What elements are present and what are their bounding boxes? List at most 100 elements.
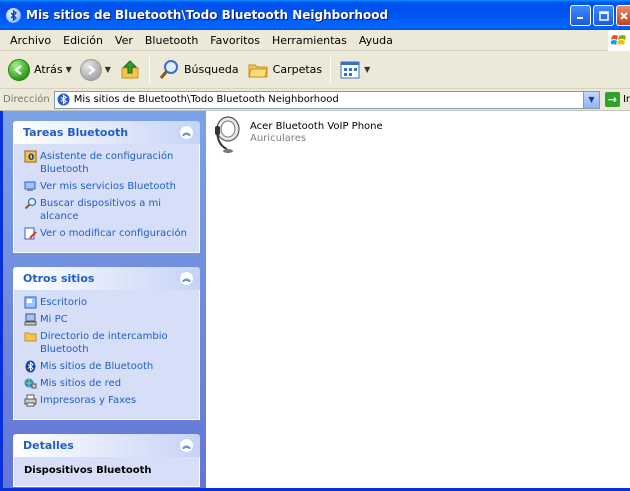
go-button[interactable]: → Ir — [604, 92, 630, 107]
task-setup-wizard[interactable]: 0 Asistente de configuración Bluetooth — [24, 150, 191, 176]
place-label: Impresoras y Faxes — [40, 395, 137, 406]
menu-herramientas[interactable]: Herramientas — [266, 34, 353, 47]
back-button[interactable]: Atrás ▼ — [4, 55, 76, 85]
toolbar-separator — [148, 56, 150, 83]
address-label: Dirección — [3, 94, 50, 105]
views-button[interactable]: ▼ — [335, 55, 374, 85]
task-label: Ver mis servicios Bluetooth — [40, 181, 176, 192]
bluetooth-tasks-body: 0 Asistente de configuración Bluetooth V… — [13, 144, 200, 253]
task-label: Buscar dispositivos a mi alcance — [40, 198, 162, 222]
device-item[interactable]: Acer Bluetooth VoIP Phone Auriculares — [212, 115, 383, 155]
place-label: Directorio de intercambio Bluetooth — [40, 331, 168, 355]
title-bar[interactable]: Mis sitios de Bluetooth\Todo Bluetooth N… — [0, 0, 630, 30]
chevron-down-icon[interactable]: ▼ — [364, 65, 370, 74]
task-view-services[interactable]: Ver mis servicios Bluetooth — [24, 180, 191, 193]
menu-ayuda[interactable]: Ayuda — [353, 34, 399, 47]
forward-arrow-icon — [79, 58, 102, 81]
chevron-down-icon[interactable]: ▼ — [66, 65, 72, 74]
collapse-icon[interactable]: ︽ — [179, 125, 194, 140]
views-icon — [340, 61, 360, 78]
address-input[interactable]: Mis sitios de Bluetooth\Todo Bluetooth N… — [53, 90, 600, 109]
minimize-button[interactable] — [570, 5, 591, 26]
folders-label: Carpetas — [272, 63, 323, 76]
forward-button[interactable]: ▼ — [76, 55, 115, 85]
headset-icon — [215, 116, 240, 153]
place-label: Mi PC — [40, 314, 68, 325]
network-places-icon — [24, 378, 37, 389]
group-title: Otros sitios — [23, 272, 95, 285]
search-devices-icon — [24, 197, 37, 210]
chevron-down-icon[interactable]: ▼ — [105, 65, 111, 74]
place-label: Mis sitios de red — [40, 378, 122, 389]
window-frame-left — [0, 111, 3, 491]
device-name: Acer Bluetooth VoIP Phone — [250, 121, 383, 132]
up-folder-icon — [121, 59, 139, 78]
menu-favoritos[interactable]: Favoritos — [204, 34, 266, 47]
address-dropdown-icon[interactable]: ▼ — [582, 91, 599, 108]
svg-text:0: 0 — [28, 153, 34, 163]
place-desktop[interactable]: Escritorio — [24, 296, 191, 309]
menu-edicion[interactable]: Edición — [57, 34, 109, 47]
task-modify-settings[interactable]: Ver o modificar configuración — [24, 227, 191, 240]
close-button[interactable] — [616, 5, 630, 26]
address-bar: Dirección Mis sitios de Bluetooth\Todo B… — [0, 89, 630, 111]
place-bluetooth-exchange[interactable]: Directorio de intercambio Bluetooth — [24, 330, 191, 356]
place-my-bluetooth[interactable]: Mis sitios de Bluetooth — [24, 360, 191, 373]
collapse-icon[interactable]: ︽ — [179, 438, 194, 453]
computer-icon — [24, 313, 37, 326]
up-folder-button[interactable] — [115, 55, 145, 85]
details-group: Detalles ︽ Dispositivos Bluetooth — [13, 434, 200, 487]
search-button[interactable]: Búsqueda — [154, 55, 243, 85]
group-title: Tareas Bluetooth — [23, 126, 129, 139]
toolbar-separator — [330, 56, 332, 83]
file-view: Acer Bluetooth VoIP Phone Auriculares — [206, 111, 630, 488]
task-pane: Tareas Bluetooth ︽ 0 Asistente de config… — [3, 111, 206, 488]
go-arrow-icon: → — [604, 92, 620, 107]
bluetooth-icon — [25, 360, 36, 373]
place-label: Mis sitios de Bluetooth — [40, 361, 154, 372]
explorer-window: Mis sitios de Bluetooth\Todo Bluetooth N… — [0, 0, 630, 491]
desktop-icon — [24, 296, 37, 309]
standard-toolbar: Atrás ▼ ▼ Búsqueda Carpetas ▼ — [0, 51, 630, 89]
back-arrow-icon — [8, 58, 30, 81]
place-network[interactable]: Mis sitios de red — [24, 377, 191, 390]
bluetooth-places-icon — [57, 93, 70, 106]
collapse-icon[interactable]: ︽ — [179, 271, 194, 286]
details-body: Dispositivos Bluetooth — [13, 457, 200, 487]
task-search-devices[interactable]: Buscar dispositivos a mi alcance — [24, 197, 191, 223]
task-label: Ver o modificar configuración — [40, 228, 187, 239]
group-title: Detalles — [23, 439, 74, 452]
other-places-body: Escritorio Mi PC Directorio de intercamb… — [13, 290, 200, 420]
go-label: Ir — [622, 94, 630, 105]
task-label: Asistente de configuración Bluetooth — [40, 151, 174, 175]
other-places-header[interactable]: Otros sitios ︽ — [13, 267, 200, 290]
address-value: Mis sitios de Bluetooth\Todo Bluetooth N… — [73, 94, 339, 105]
bluetooth-tasks-header[interactable]: Tareas Bluetooth ︽ — [13, 121, 200, 144]
menu-archivo[interactable]: Archivo — [4, 34, 57, 47]
folder-icon — [24, 332, 37, 342]
back-label: Atrás — [34, 63, 63, 76]
settings-icon — [24, 227, 37, 240]
menu-bluetooth[interactable]: Bluetooth — [139, 34, 204, 47]
details-header[interactable]: Detalles ︽ — [13, 434, 200, 457]
place-my-computer[interactable]: Mi PC — [24, 313, 191, 326]
search-icon — [159, 59, 178, 79]
details-text: Dispositivos Bluetooth — [24, 465, 152, 476]
windows-logo-icon — [608, 30, 630, 51]
place-label: Escritorio — [40, 297, 87, 308]
device-type: Auriculares — [250, 133, 307, 144]
services-icon — [24, 181, 36, 191]
folders-icon — [248, 64, 268, 77]
maximize-button[interactable] — [593, 5, 614, 26]
content-area: Tareas Bluetooth ︽ 0 Asistente de config… — [3, 111, 630, 488]
menu-ver[interactable]: Ver — [109, 34, 139, 47]
place-printers[interactable]: Impresoras y Faxes — [24, 394, 191, 407]
wizard-icon: 0 — [24, 150, 37, 163]
search-label: Búsqueda — [183, 63, 239, 76]
bluetooth-app-icon — [6, 7, 21, 23]
printer-icon — [24, 394, 37, 407]
window-title: Mis sitios de Bluetooth\Todo Bluetooth N… — [26, 8, 389, 22]
folders-button[interactable]: Carpetas — [243, 55, 326, 85]
other-places-group: Otros sitios ︽ Escritorio Mi PC Director… — [13, 267, 200, 420]
menu-bar: Archivo Edición Ver Bluetooth Favoritos … — [0, 30, 630, 51]
